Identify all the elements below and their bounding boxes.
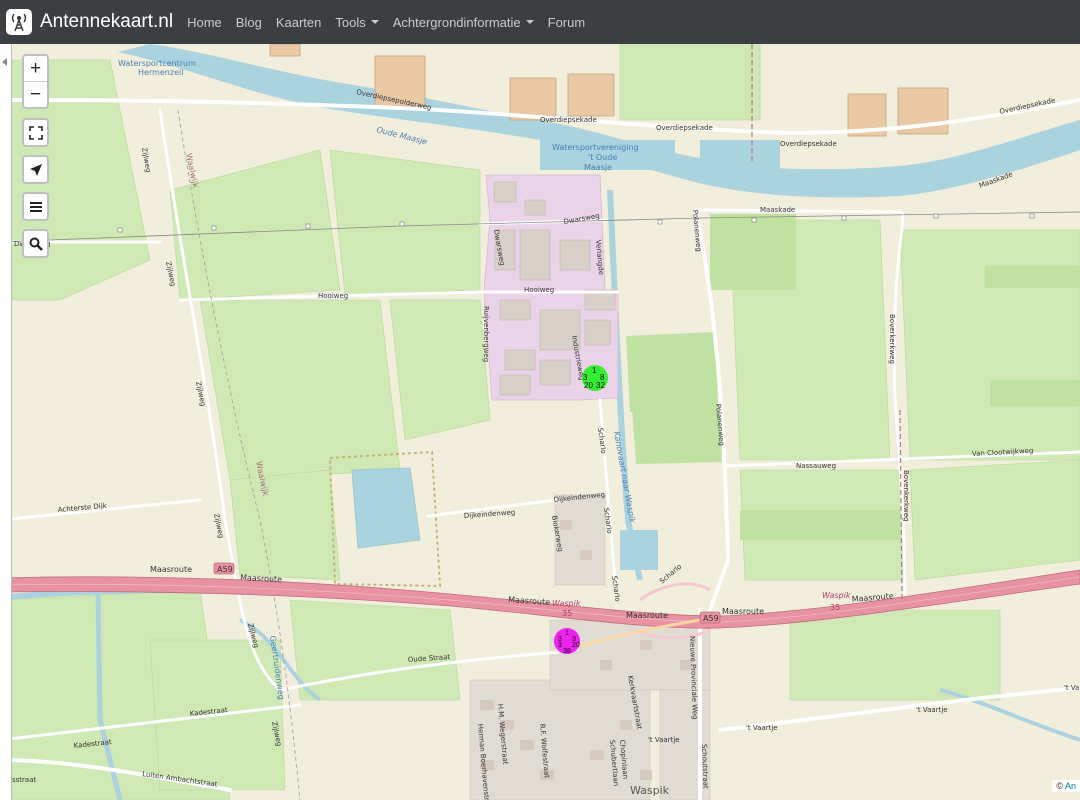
- cluster-green-n1: 1: [592, 366, 597, 375]
- label-hooiweg-1: Hooiweg: [318, 292, 348, 300]
- brand-name: Antennekaart.nl: [40, 11, 174, 32]
- label-a59-1: A59: [217, 565, 233, 574]
- fullscreen-button[interactable]: [24, 120, 47, 145]
- label-maasroute-4: Maasroute: [626, 611, 668, 620]
- label-hooiweg-2: Hooiweg: [524, 286, 554, 294]
- label-waspik-exit-3: Waspik: [822, 591, 851, 600]
- layers-control: [22, 192, 49, 221]
- search-control: [22, 229, 49, 258]
- label-t-vaartje-3: 't Vaartje: [648, 736, 680, 744]
- map-canvas[interactable]: Watersportcentrum Hermenzeil Overdiepsep…: [0, 44, 1080, 800]
- label-waspik-exit-2: 35: [562, 609, 572, 618]
- nav-tools-dropdown[interactable]: Tools: [335, 14, 379, 30]
- nav-home[interactable]: Home: [187, 15, 222, 30]
- zoom-control: + −: [22, 54, 49, 109]
- label-boverkerkweg: Boverkerkweg: [888, 314, 896, 364]
- search-button[interactable]: [24, 231, 47, 256]
- zoom-out-button[interactable]: −: [24, 81, 47, 107]
- cluster-green-n5: 32: [596, 381, 605, 390]
- label-overdiepsekade-3: Overdiepsekade: [780, 140, 837, 148]
- nav-kaarten-label: Kaarten: [275, 14, 322, 30]
- label-ruijvenbergweg: Ruijvenbergweg: [482, 306, 490, 362]
- antenna-cluster-green[interactable]: 1 3 8 20 32: [582, 365, 608, 391]
- map-attribution: © An: [1052, 780, 1080, 792]
- nav-forum-label: Forum: [547, 14, 586, 30]
- label-waspik: Waspik: [630, 784, 670, 797]
- locate-arrow-icon: [29, 163, 42, 176]
- cluster-magenta-n6: 38: [563, 648, 571, 655]
- nav-kaarten[interactable]: Kaarten: [276, 15, 322, 30]
- cluster-magenta-n4: 3: [558, 642, 562, 649]
- label-overdiepsekade-2: Overdiepsekade: [656, 124, 713, 132]
- label-t-vaartje-1: 't Vaartje: [746, 724, 778, 732]
- cluster-magenta-n1: 1: [565, 630, 569, 637]
- caret-down-icon: [525, 20, 534, 24]
- label-overdiepsekade-1: Overdiepsekade: [540, 116, 597, 124]
- label-wsv-3: Maasje: [584, 163, 612, 172]
- sidebar-toggle[interactable]: [0, 44, 12, 800]
- caret-down-icon: [370, 20, 379, 24]
- label-a59-2: A59: [703, 614, 719, 623]
- label-t-vaartje-4: 't Va: [1064, 684, 1079, 692]
- layers-button[interactable]: [24, 194, 47, 219]
- label-hermenzeil: Hermenzeil: [138, 68, 183, 77]
- label-maasroute-5: Maasroute: [722, 607, 764, 616]
- label-kadestraat-3: sstraat: [12, 776, 36, 784]
- attribution-prefix: ©: [1056, 781, 1063, 791]
- nav-tools-label: Tools: [335, 14, 366, 30]
- label-maasroute-1: Maasroute: [150, 565, 192, 574]
- layers-menu-icon: [29, 201, 42, 212]
- label-wsv-2: 't Oude: [588, 153, 617, 162]
- cluster-green-n4: 20: [584, 381, 593, 390]
- label-waspik-exit-1: Waspik: [552, 599, 581, 608]
- label-bovenkerkweg: Bovenkerkweg: [902, 470, 910, 522]
- top-navbar: Antennekaart.nl Home Blog Kaarten Tools …: [0, 0, 1080, 44]
- fullscreen-icon: [28, 125, 43, 140]
- nav-blog-label: Blog: [235, 14, 262, 30]
- map-tiles: Watersportcentrum Hermenzeil Overdiepsep…: [0, 44, 1080, 800]
- locate-button[interactable]: [24, 157, 47, 182]
- fullscreen-control: [22, 118, 49, 147]
- nav-achtergrondinformatie-dropdown[interactable]: Achtergrondinformatie: [393, 15, 534, 30]
- label-t-vaartje-2: 't Vaartje: [916, 706, 948, 714]
- nav-home-label: Home: [187, 14, 222, 30]
- label-schoutstraat: Schoutstraat: [700, 744, 710, 789]
- label-watersportcentrum: Watersportcentrum: [118, 59, 196, 68]
- nav-forum[interactable]: Forum: [548, 15, 586, 30]
- chevron-left-icon: [2, 58, 7, 66]
- antenna-tower-icon: [6, 9, 32, 35]
- locate-control: [22, 155, 49, 184]
- label-waspik-exit-4: 35: [830, 603, 840, 612]
- label-nassauweg: Nassauweg: [796, 462, 836, 470]
- nav-achtergrond-label: Achtergrondinformatie: [392, 14, 521, 30]
- search-icon: [29, 237, 43, 251]
- zoom-in-button[interactable]: +: [24, 56, 47, 81]
- label-maaskade-1: Maaskade: [760, 206, 795, 214]
- brand-link[interactable]: Antennekaart.nl: [6, 9, 173, 35]
- label-wsv-1: Watersportvereniging: [552, 143, 639, 152]
- cluster-magenta-n5: 20: [572, 642, 580, 649]
- nav-blog[interactable]: Blog: [236, 15, 262, 30]
- attribution-link[interactable]: An: [1065, 781, 1076, 791]
